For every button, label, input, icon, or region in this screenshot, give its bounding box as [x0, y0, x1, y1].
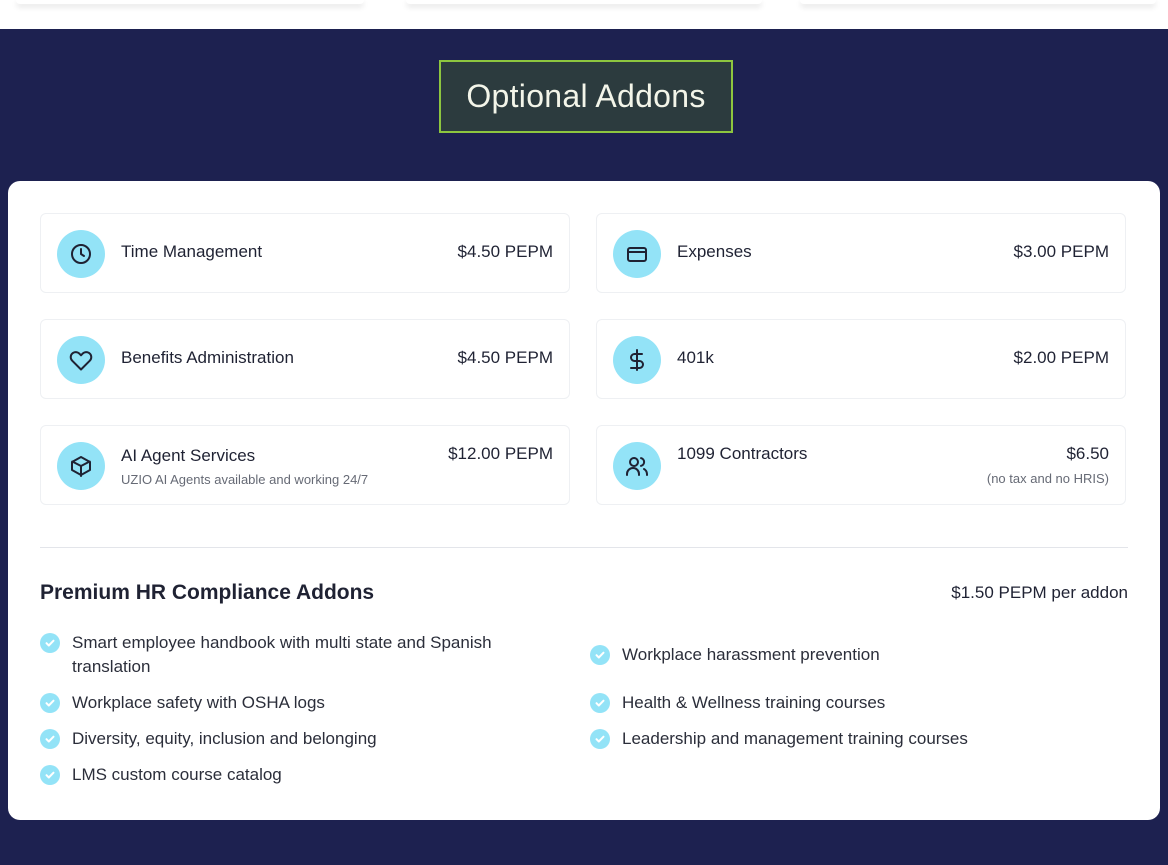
- feature-item: Diversity, equity, inclusion and belongi…: [40, 727, 560, 751]
- addon-name: Time Management: [121, 242, 263, 261]
- divider: [40, 547, 1128, 548]
- addon-card-expenses[interactable]: Expenses $3.00 PEPM: [596, 213, 1126, 293]
- feature-item: Workplace safety with OSHA logs: [40, 691, 560, 715]
- users-icon: [613, 442, 661, 490]
- check-icon: [590, 693, 610, 713]
- addons-panel: Time Management $4.50 PEPM Expenses $3.0…: [8, 181, 1160, 820]
- addon-name: AI Agent Services: [121, 446, 256, 465]
- addon-name: Benefits Administration: [121, 348, 294, 367]
- addon-card-time-management[interactable]: Time Management $4.50 PEPM: [40, 213, 570, 293]
- plan-card-bottom: [800, 0, 1156, 4]
- addon-name: Expenses: [677, 242, 752, 261]
- section-title-text: Optional Addons: [466, 78, 706, 114]
- addon-name: 401k: [677, 348, 714, 367]
- addon-card-401k[interactable]: 401k $2.00 PEPM: [596, 319, 1126, 399]
- dollar-icon: [613, 336, 661, 384]
- addon-price: $4.50 PEPM: [457, 348, 553, 367]
- feature-label: Workplace safety with OSHA logs: [72, 693, 325, 712]
- top-section: [0, 0, 1168, 29]
- plan-card-bottom: [16, 0, 364, 4]
- check-icon: [590, 729, 610, 749]
- check-icon: [590, 645, 610, 665]
- feature-label: Smart employee handbook with multi state…: [72, 633, 492, 676]
- feature-label: Health & Wellness training courses: [622, 693, 886, 712]
- check-icon: [40, 693, 60, 713]
- heart-icon: [57, 336, 105, 384]
- feature-item: Leadership and management training cours…: [590, 727, 1120, 751]
- feature-label: LMS custom course catalog: [72, 765, 282, 784]
- addon-card-ai-agent-services[interactable]: AI Agent Services UZIO AI Agents availab…: [40, 425, 570, 505]
- clock-icon: [57, 230, 105, 278]
- addon-name: 1099 Contractors: [677, 444, 808, 463]
- feature-item: LMS custom course catalog: [40, 763, 560, 787]
- premium-title: Premium HR Compliance Addons: [40, 581, 375, 604]
- addon-price: $4.50 PEPM: [457, 242, 553, 261]
- feature-label: Workplace harassment prevention: [622, 645, 880, 664]
- check-icon: [40, 633, 60, 653]
- addon-note: (no tax and no HRIS): [986, 471, 1109, 486]
- addon-price: $2.00 PEPM: [1013, 348, 1109, 367]
- section-title: Optional Addons: [439, 60, 733, 133]
- feature-label: Leadership and management training cours…: [622, 729, 968, 748]
- feature-item: Health & Wellness training courses: [590, 691, 1120, 715]
- credit-card-icon: [613, 230, 661, 278]
- box-icon: [57, 442, 105, 490]
- feature-item: Workplace harassment prevention: [590, 643, 1120, 667]
- check-icon: [40, 765, 60, 785]
- addon-price: $6.50: [1066, 444, 1109, 463]
- premium-price: $1.50 PEPM per addon: [951, 583, 1128, 602]
- feature-item: Smart employee handbook with multi state…: [40, 631, 560, 679]
- addon-price: $3.00 PEPM: [1013, 242, 1109, 261]
- addon-card-benefits-administration[interactable]: Benefits Administration $4.50 PEPM: [40, 319, 570, 399]
- addon-subtitle: UZIO AI Agents available and working 24/…: [121, 472, 369, 487]
- addon-price: $12.00 PEPM: [448, 444, 553, 463]
- plan-card-bottom: [406, 0, 762, 4]
- feature-label: Diversity, equity, inclusion and belongi…: [72, 729, 377, 748]
- check-icon: [40, 729, 60, 749]
- addon-card-1099-contractors[interactable]: 1099 Contractors $6.50 (no tax and no HR…: [596, 425, 1126, 505]
